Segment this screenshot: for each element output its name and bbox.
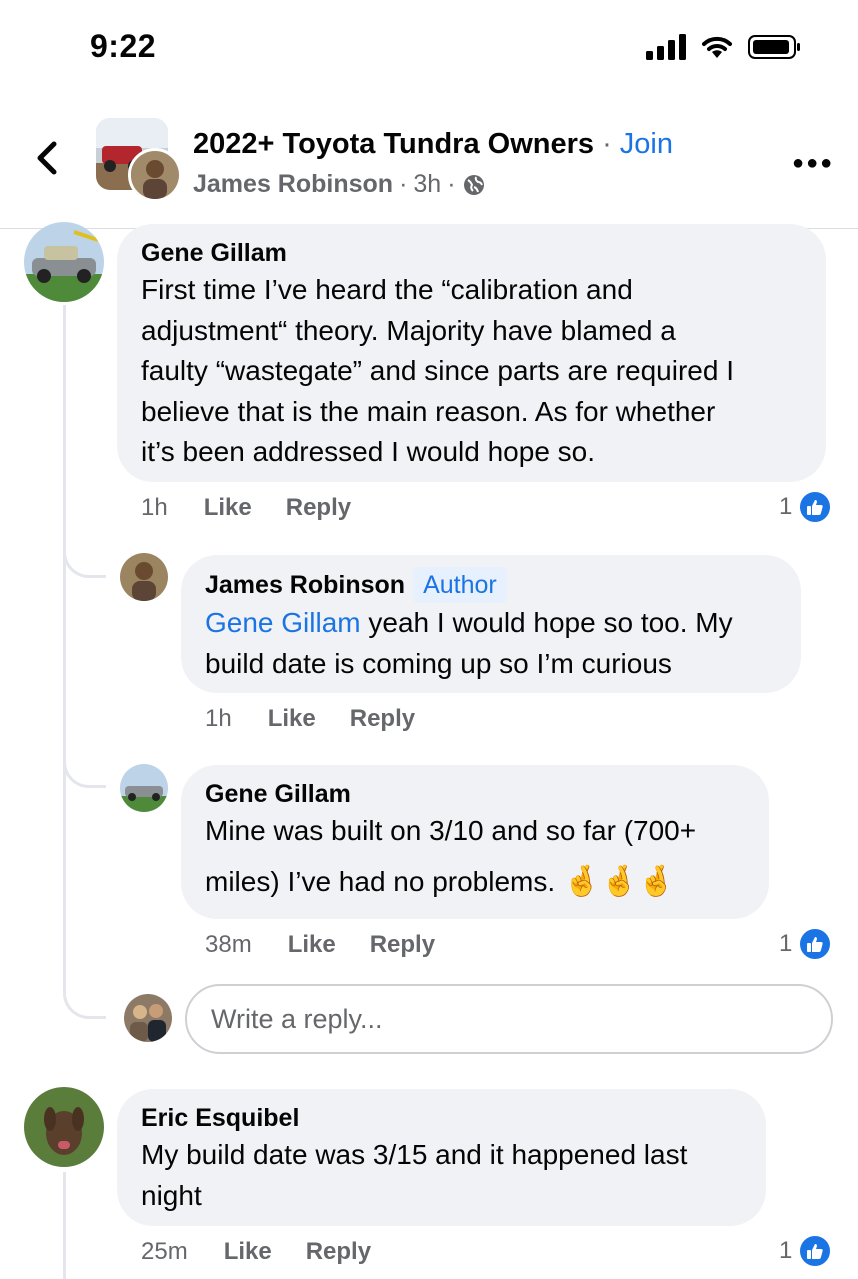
reply-button[interactable]: Reply xyxy=(306,1238,371,1266)
comment-bubble[interactable]: Eric Esquibel My build date was 3/15 and… xyxy=(117,1089,766,1226)
avatar[interactable] xyxy=(24,1087,104,1167)
like-button[interactable]: Like xyxy=(268,705,316,733)
comment-text: First time I’ve heard the “calibration a… xyxy=(141,274,734,467)
author-badge: Author xyxy=(413,567,507,603)
status-time: 9:22 xyxy=(90,28,157,64)
comment-time[interactable]: 25m xyxy=(141,1238,188,1266)
avatar[interactable] xyxy=(120,553,168,601)
comment-time[interactable]: 1h xyxy=(205,705,232,733)
more-icon[interactable]: ●●● xyxy=(792,152,834,175)
reply-button[interactable]: Reply xyxy=(370,931,435,959)
group-name[interactable]: 2022+ Toyota Tundra Owners xyxy=(193,128,594,160)
reaction-summary[interactable]: 1 xyxy=(779,490,833,524)
comment-bubble[interactable]: James Robinson Author Gene Gillam yeah I… xyxy=(181,555,801,693)
comment-author[interactable]: James Robinson xyxy=(205,568,405,602)
avatar[interactable] xyxy=(24,222,104,302)
post-time[interactable]: 3h xyxy=(413,170,441,199)
meta-dot: · xyxy=(399,170,408,198)
comment-text: Mine was built on 3/10 and so far (700+ … xyxy=(205,811,745,902)
post-author[interactable]: James Robinson xyxy=(193,170,393,199)
like-thumb-icon xyxy=(798,490,833,524)
comment-bubble[interactable]: Gene Gillam Mine was built on 3/10 and s… xyxy=(181,765,769,919)
thread-line xyxy=(63,305,66,995)
reply-button[interactable]: Reply xyxy=(286,494,351,522)
comment-time[interactable]: 38m xyxy=(205,931,252,959)
comment-actions: 25m Like Reply xyxy=(141,1238,405,1266)
like-button[interactable]: Like xyxy=(288,931,336,959)
globe-icon xyxy=(463,174,484,195)
comment-actions: 1h Like Reply xyxy=(141,494,385,522)
like-thumb-icon xyxy=(798,1234,833,1268)
thread-branch xyxy=(63,976,106,1019)
post-meta: James Robinson · 3h · xyxy=(193,170,486,199)
like-thumb-icon xyxy=(798,927,833,961)
avatar[interactable] xyxy=(120,764,168,812)
comment-text: My build date was 3/15 and it happened l… xyxy=(141,1139,688,1211)
wifi-icon xyxy=(702,36,732,58)
reply-placeholder: Write a reply... xyxy=(211,1003,383,1034)
like-button[interactable]: Like xyxy=(204,494,252,522)
comment-author[interactable]: Gene Gillam xyxy=(205,777,745,811)
thread-branch xyxy=(63,745,106,788)
reply-input[interactable]: Write a reply... xyxy=(185,984,833,1054)
reaction-count: 1 xyxy=(779,493,793,520)
status-icons xyxy=(646,34,802,60)
mention-link[interactable]: Gene Gillam xyxy=(205,607,361,638)
thread-line xyxy=(63,1172,66,1279)
signal-icon xyxy=(646,34,686,60)
reaction-count: 1 xyxy=(779,930,793,957)
comment-bubble[interactable]: Gene Gillam First time I’ve heard the “c… xyxy=(117,224,826,482)
comment-actions: 1h Like Reply xyxy=(205,705,449,733)
comment-actions: 38m Like Reply xyxy=(205,931,469,959)
comment-time[interactable]: 1h xyxy=(141,494,168,522)
current-user-avatar xyxy=(124,994,172,1042)
comment-author[interactable]: Eric Esquibel xyxy=(141,1101,742,1135)
reaction-count: 1 xyxy=(779,1237,793,1264)
separator: · xyxy=(594,128,620,160)
author-avatar[interactable] xyxy=(128,148,182,202)
battery-icon xyxy=(748,35,800,59)
comment-author[interactable]: Gene Gillam xyxy=(141,236,802,270)
reply-button[interactable]: Reply xyxy=(350,705,415,733)
thread-branch xyxy=(63,535,106,578)
reaction-summary[interactable]: 1 xyxy=(779,1234,833,1268)
comment-author-line: James Robinson Author xyxy=(205,567,777,603)
join-link[interactable]: Join xyxy=(620,128,673,160)
comment-text: Gene Gillam yeah I would hope so too. My… xyxy=(205,607,733,679)
fingers-crossed-emoji: 🤞🤞🤞 xyxy=(563,864,676,898)
like-button[interactable]: Like xyxy=(224,1238,272,1266)
group-title-line: 2022+ Toyota Tundra Owners · Join xyxy=(193,128,673,161)
back-chevron-icon[interactable] xyxy=(30,138,66,178)
reaction-summary[interactable]: 1 xyxy=(779,927,833,961)
meta-dot-2: · xyxy=(447,170,456,198)
